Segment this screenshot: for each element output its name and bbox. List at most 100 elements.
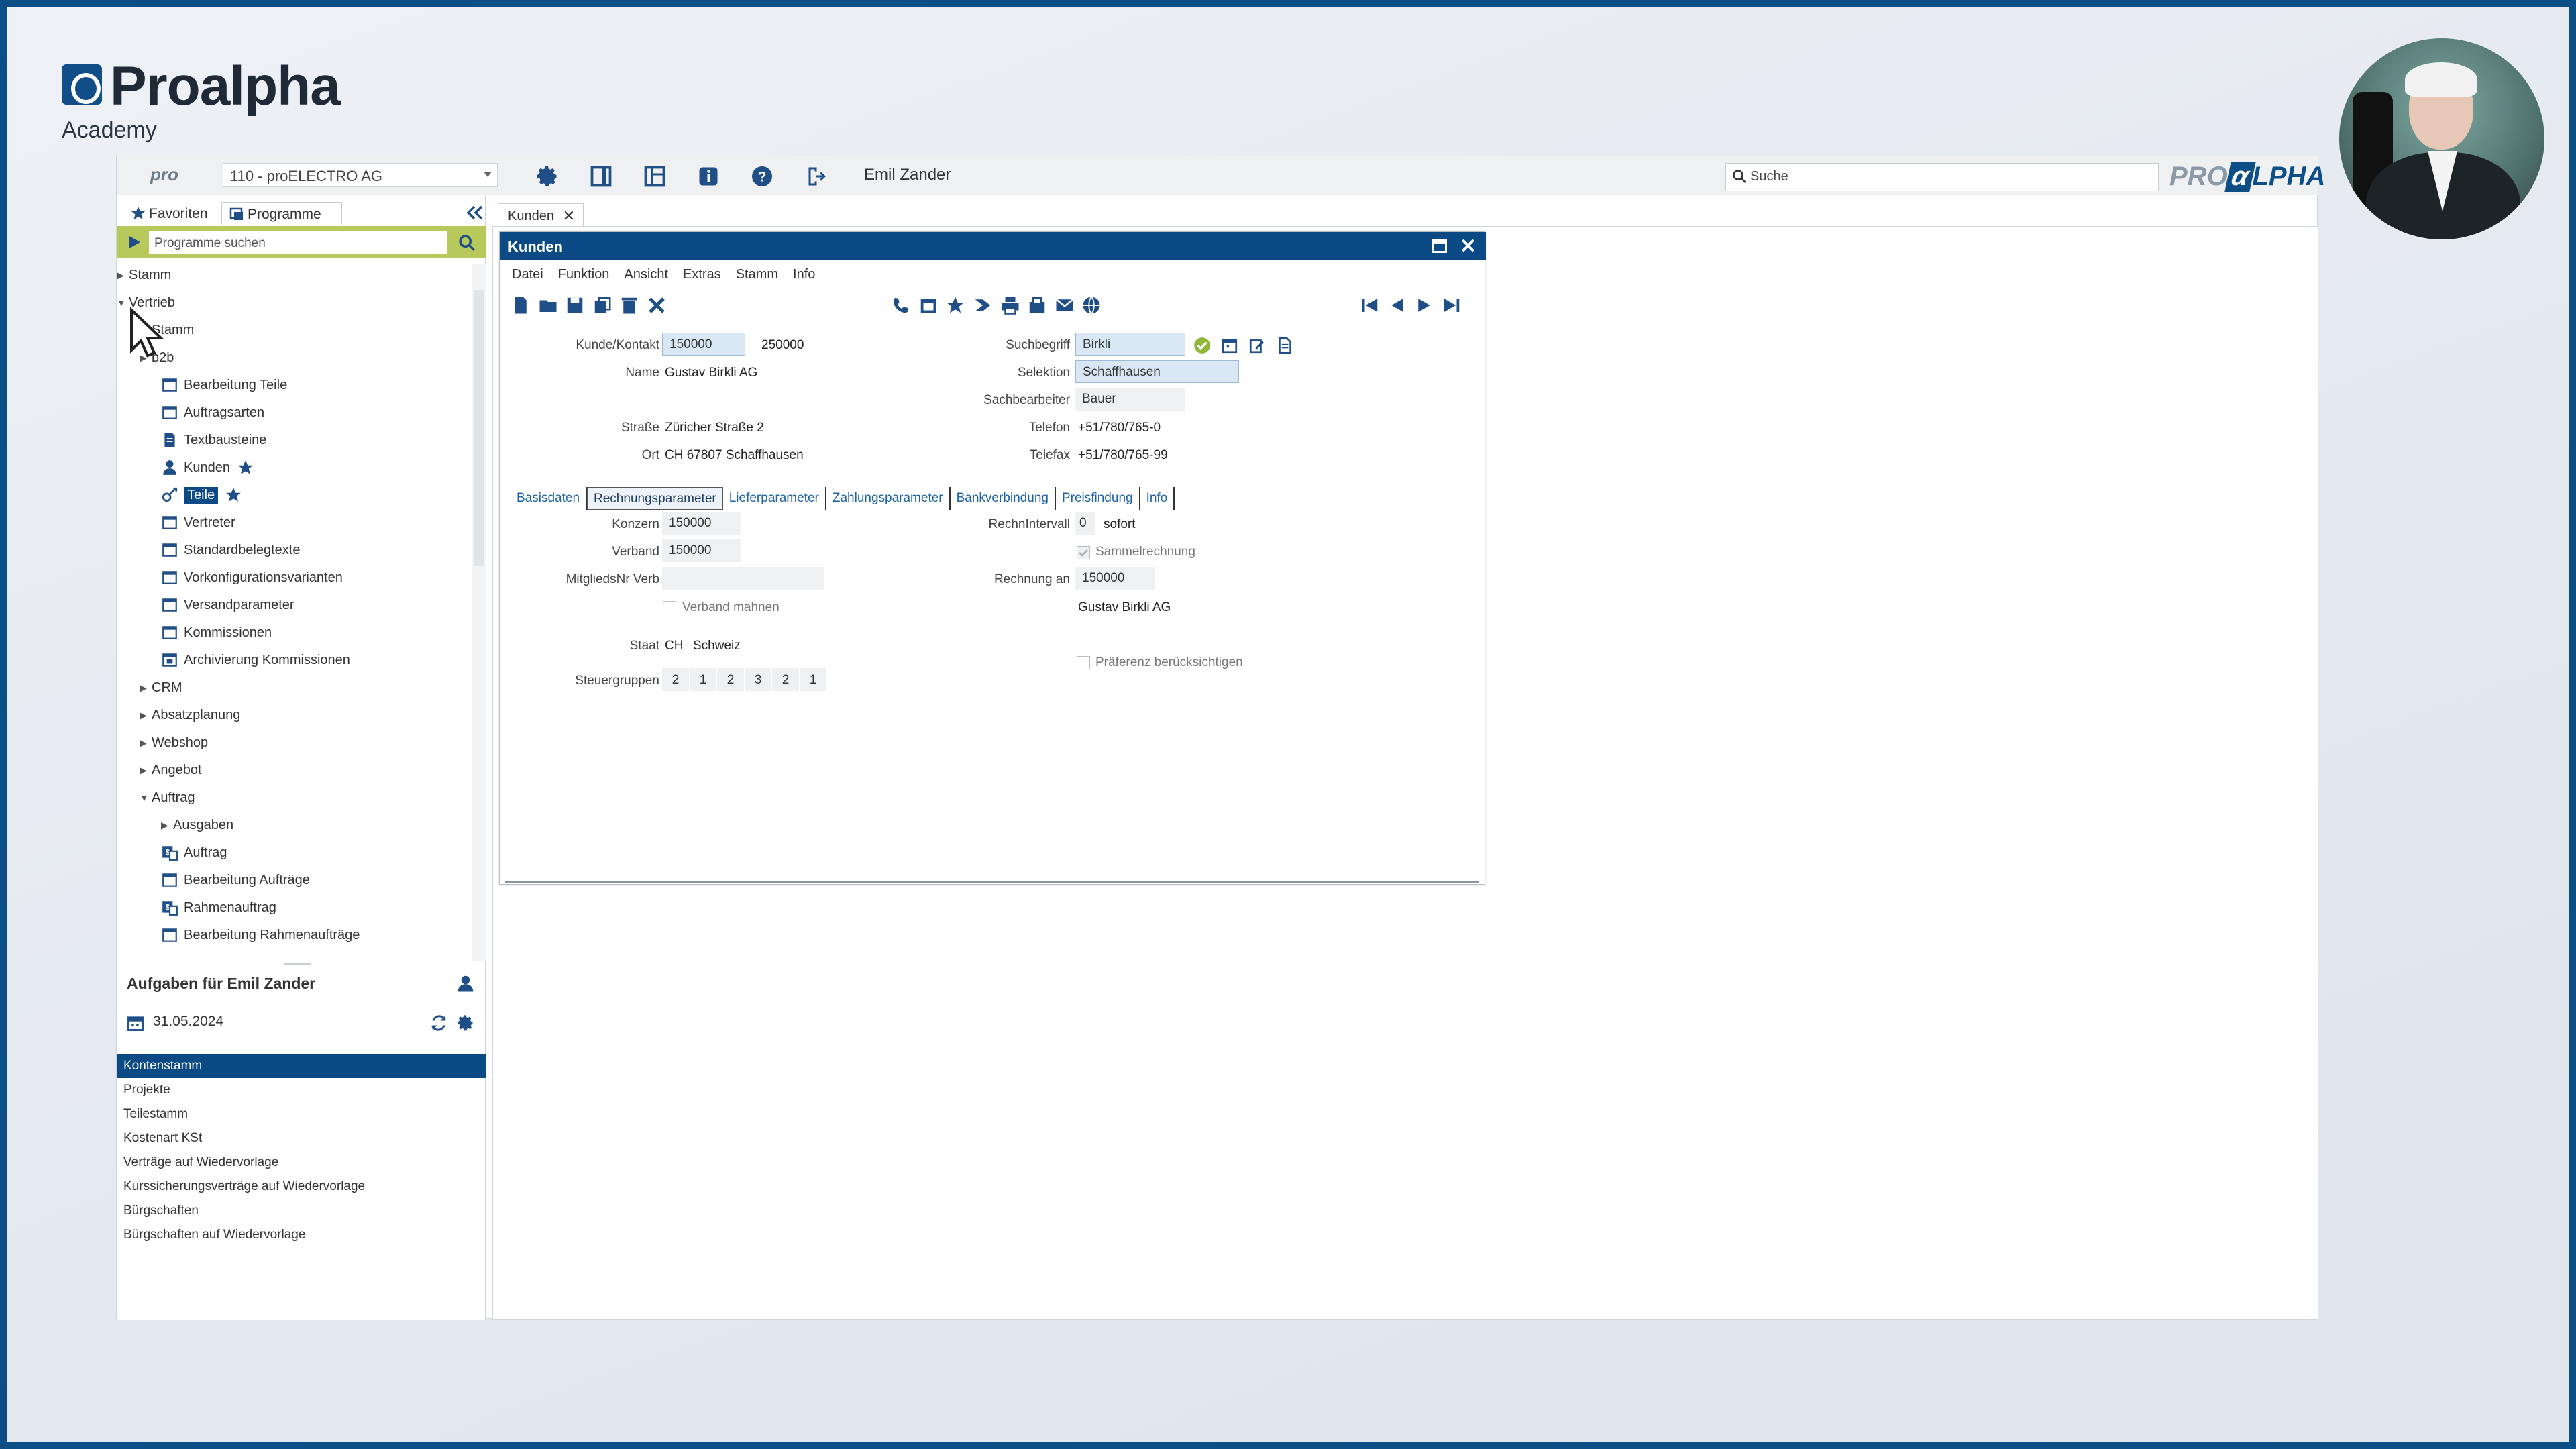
subtab[interactable]: Rechnungsparameter (587, 487, 723, 510)
cancel-icon[interactable] (647, 295, 667, 315)
tab-programs[interactable]: Programme (221, 202, 342, 225)
staat-code[interactable]: CH (665, 639, 683, 653)
person-icon[interactable] (455, 973, 476, 994)
tree-item[interactable]: Textbausteine (161, 429, 266, 451)
tree-item[interactable]: Versandparameter (161, 594, 294, 616)
expand-arrow-icon[interactable]: ▶ (117, 270, 129, 281)
fax-icon[interactable] (1027, 295, 1047, 315)
play-icon[interactable] (126, 234, 142, 250)
tree-item[interactable]: Bearbeitung Rahmenaufträge (161, 924, 360, 947)
delete-icon[interactable] (619, 295, 639, 315)
tree-item[interactable]: ▶ Absatzplanung (140, 704, 240, 727)
tree-item[interactable]: Vorkonfigurationsvarianten (161, 566, 343, 589)
copy-icon[interactable] (592, 295, 612, 315)
verband-input[interactable]: 150000 (662, 539, 741, 562)
calendar-icon[interactable] (126, 1014, 145, 1032)
subtab[interactable]: Zahlungsparameter (826, 487, 951, 510)
close-icon[interactable]: ✕ (1460, 235, 1477, 258)
steuergruppe-input[interactable]: 2 (772, 668, 799, 691)
sammelrechnung-checkbox[interactable] (1077, 546, 1090, 559)
subtab[interactable]: Basisdaten (511, 487, 588, 510)
task-item[interactable]: Projekte (117, 1078, 486, 1102)
checkmark-icon[interactable] (1193, 337, 1211, 354)
tree-item[interactable]: Standardbelegtexte (161, 539, 300, 561)
steuergruppe-input[interactable]: 2 (662, 668, 689, 691)
dialog-title-bar[interactable]: Kunden ✕ (500, 232, 1486, 260)
tree-item[interactable]: Bearbeitung Teile (161, 374, 287, 396)
task-item[interactable]: Kontenstamm (117, 1054, 486, 1078)
menu-item[interactable]: Stamm (736, 267, 778, 282)
tree-item[interactable]: ▶ Webshop (140, 731, 208, 754)
tree-item[interactable]: Bearbeitung Aufträge (161, 869, 310, 892)
tree-item[interactable]: Teile (161, 484, 242, 506)
company-select[interactable]: 110 - proELECTRO AG (223, 163, 498, 187)
collapse-arrow-icon[interactable]: ▼ (117, 297, 129, 308)
steuergruppe-input[interactable]: 2 (717, 668, 744, 691)
maximize-icon[interactable] (1432, 239, 1447, 253)
tree-item[interactable]: $ Auftrag (161, 841, 227, 864)
tree-item[interactable]: Auftragsarten (161, 401, 264, 424)
tree-item[interactable]: $ Rahmenauftrag (161, 896, 276, 919)
program-search-input[interactable]: Programme suchen (149, 231, 447, 254)
first-record-icon[interactable] (1360, 295, 1380, 315)
sachbearbeiter-input[interactable]: Bauer (1075, 388, 1185, 411)
expand-arrow-icon[interactable]: ▶ (140, 710, 152, 721)
subtab[interactable]: Info (1140, 487, 1175, 510)
kontakt-value[interactable]: 250000 (761, 338, 804, 353)
tree-item[interactable]: Kommissionen (161, 621, 272, 644)
collapse-panel-icon[interactable] (466, 205, 484, 221)
expand-arrow-icon[interactable]: ▶ (140, 737, 152, 749)
tree-item[interactable]: ▶ Angebot (140, 759, 202, 782)
subtab[interactable]: Bankverbindung (951, 487, 1056, 510)
task-item[interactable]: Bürgschaften auf Wiedervorlage (117, 1223, 486, 1247)
gear-icon[interactable] (534, 163, 561, 190)
mail-icon[interactable] (1055, 295, 1075, 315)
calendar-icon[interactable] (918, 295, 938, 315)
globe-icon[interactable] (1081, 295, 1102, 315)
steuergruppe-input[interactable]: 1 (690, 668, 716, 691)
tree-item[interactable]: Archivierung Kommissionen (161, 649, 350, 672)
tab-kunden[interactable]: Kunden ✕ (498, 203, 584, 226)
tree-item[interactable]: Vertreter (161, 511, 235, 534)
gear-icon[interactable] (456, 1014, 475, 1032)
exit-icon[interactable] (802, 163, 829, 190)
tree-item[interactable]: Kunden (161, 456, 254, 479)
subtab[interactable]: Lieferparameter (723, 487, 826, 510)
scrollbar-thumb[interactable] (474, 290, 484, 566)
menu-item[interactable]: Funktion (558, 267, 610, 282)
konzern-input[interactable]: 150000 (662, 512, 741, 535)
global-search-input[interactable]: Suche (1725, 163, 2159, 191)
print-icon[interactable] (1000, 295, 1020, 315)
tasks-date[interactable]: 31.05.2024 (153, 1014, 223, 1030)
next-record-icon[interactable] (1414, 295, 1434, 315)
collapse-arrow-icon[interactable]: ▼ (140, 792, 152, 803)
task-item[interactable]: Verträge auf Wiedervorlage (117, 1150, 486, 1175)
expand-arrow-icon[interactable]: ▶ (140, 682, 152, 694)
tree-item[interactable]: ▶ Stamm (117, 264, 171, 286)
help-icon[interactable]: ? (749, 163, 775, 190)
refresh-icon[interactable] (429, 1014, 448, 1032)
layout-icon[interactable] (641, 163, 668, 190)
document-icon[interactable] (1276, 337, 1293, 354)
task-item[interactable]: Kostenart KSt (117, 1126, 486, 1150)
open-folder-icon[interactable] (538, 295, 558, 315)
menu-item[interactable]: Ansicht (624, 267, 668, 282)
steuergruppe-input[interactable]: 3 (745, 668, 771, 691)
favorite-star-icon[interactable] (225, 486, 242, 504)
tree-item[interactable]: ▶ Ausgaben (161, 814, 233, 837)
save-icon[interactable] (565, 295, 585, 315)
tree-scrollbar[interactable] (472, 264, 486, 961)
forward-icon[interactable] (973, 295, 993, 315)
calendar-icon[interactable] (1221, 337, 1238, 354)
kunde-input[interactable]: 150000 (662, 333, 745, 356)
verband-mahnen-checkbox[interactable] (663, 601, 676, 614)
splitter-handle[interactable] (284, 963, 311, 965)
star-icon[interactable] (945, 295, 965, 315)
menu-item[interactable]: Extras (683, 267, 721, 282)
expand-arrow-icon[interactable]: ▶ (161, 820, 173, 831)
task-item[interactable]: Bürgschaften (117, 1199, 486, 1223)
mitglied-input[interactable] (662, 567, 824, 590)
info-icon[interactable] (695, 163, 722, 190)
suchbegriff-input[interactable]: Birkli (1075, 333, 1185, 356)
edit-icon[interactable] (1248, 337, 1266, 354)
